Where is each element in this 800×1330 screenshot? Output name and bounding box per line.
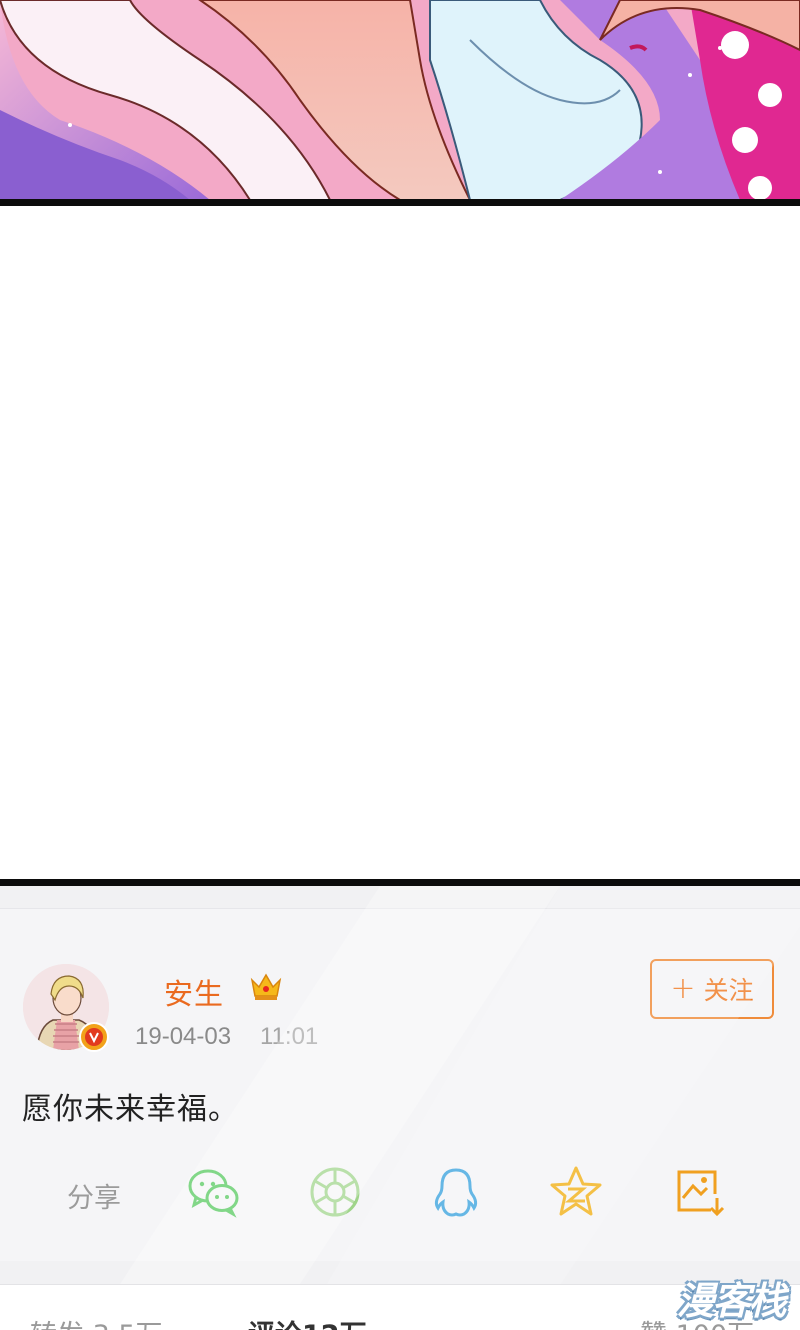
site-watermark-logo: 漫客栈 <box>668 1270 793 1324</box>
qzone-icon[interactable] <box>548 1164 604 1220</box>
moments-icon[interactable] <box>307 1164 363 1220</box>
follow-button[interactable]: + 关注 <box>650 959 774 1019</box>
share-row: 分享 <box>0 1164 800 1224</box>
crown-icon <box>249 972 283 1002</box>
panel-border <box>0 199 800 206</box>
post-time: 11:01 <box>260 1023 319 1050</box>
panel-border <box>0 879 800 886</box>
plus-icon: + <box>670 971 696 1006</box>
qq-icon[interactable] <box>428 1164 484 1220</box>
save-image-icon[interactable] <box>671 1164 727 1220</box>
watermark-text: 漫客栈 <box>676 1278 786 1323</box>
comic-art <box>0 0 800 200</box>
verified-badge-icon <box>79 1022 109 1052</box>
social-post-panel: 安生 19-04-03 11:01 + 关注 愿你未来幸福。 分享 <box>0 886 800 1330</box>
repost-count[interactable]: 转发 3.5万 <box>30 1313 163 1330</box>
post-body: 愿你未来幸福。 <box>22 1092 239 1127</box>
page-gutter <box>0 206 800 880</box>
post-card: 安生 19-04-03 11:01 + 关注 愿你未来幸福。 分享 <box>0 908 800 1261</box>
wechat-icon[interactable] <box>186 1164 242 1220</box>
username[interactable]: 安生 <box>164 971 224 1013</box>
share-label: 分享 <box>67 1183 121 1214</box>
comic-illustration <box>0 0 800 200</box>
post-date: 19-04-03 <box>135 1023 232 1050</box>
follow-label: 关注 <box>703 976 754 1005</box>
comment-count[interactable]: 评论12万 <box>248 1313 367 1330</box>
